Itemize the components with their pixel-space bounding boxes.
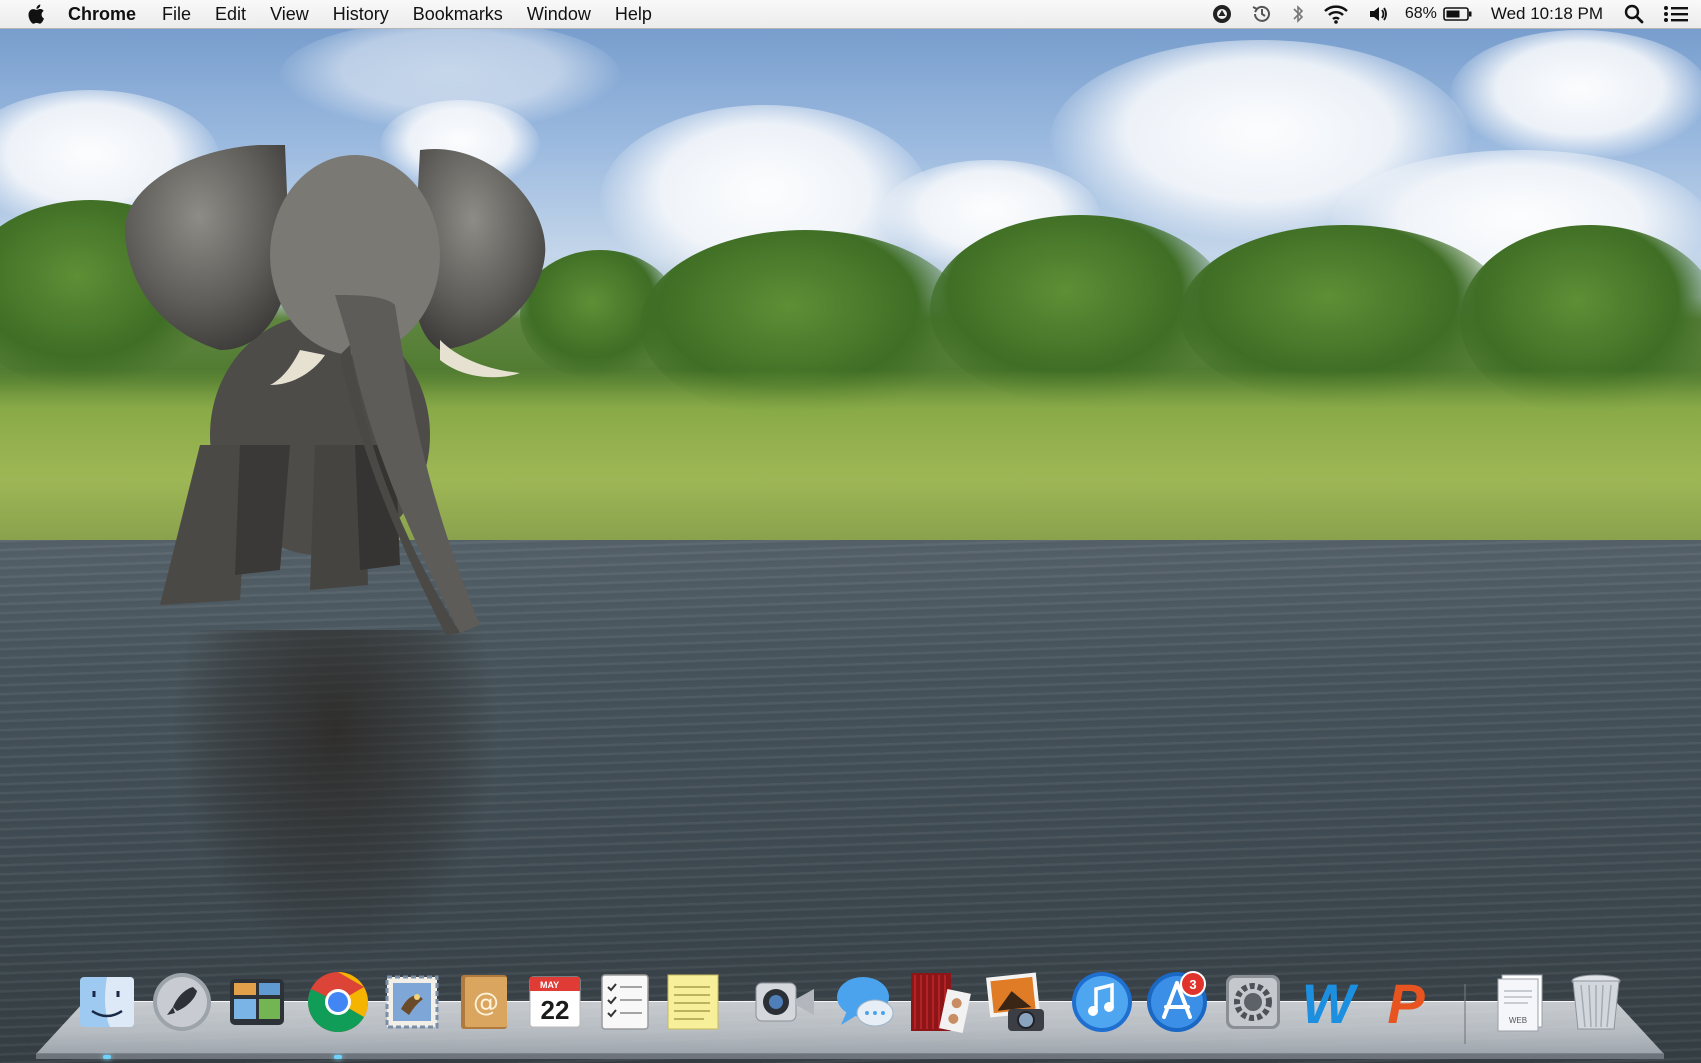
- menu-history[interactable]: History: [333, 4, 389, 25]
- time-machine-icon[interactable]: [1251, 0, 1273, 28]
- finder-icon: [80, 977, 134, 1027]
- photo-booth-icon: [911, 973, 971, 1034]
- menu-help[interactable]: Help: [615, 4, 652, 25]
- calendar-month: MAY: [540, 980, 559, 990]
- desktop-wallpaper: [0, 0, 1701, 1063]
- powerpoint-letter: P: [1387, 972, 1425, 1035]
- cloud: [280, 20, 620, 130]
- dock-launchpad[interactable]: [149, 968, 215, 1036]
- messages-icon: [837, 977, 894, 1027]
- dock-app-store[interactable]: 3: [1144, 968, 1210, 1036]
- dock-chrome[interactable]: [305, 968, 371, 1036]
- elephant: [124, 145, 546, 635]
- dock-word[interactable]: W: [1295, 968, 1361, 1036]
- powerpoint-icon: P: [1387, 972, 1425, 1035]
- mail-icon: [385, 975, 439, 1029]
- iphoto-icon: [986, 972, 1044, 1031]
- dock-finder[interactable]: [74, 968, 140, 1036]
- system-preferences-icon: [1226, 975, 1280, 1029]
- menu-edit[interactable]: Edit: [215, 4, 246, 25]
- dock-mail[interactable]: [379, 968, 445, 1036]
- dock-trash[interactable]: [1563, 968, 1629, 1036]
- itunes-icon: [1072, 972, 1132, 1032]
- google-drive-icon[interactable]: [1211, 0, 1233, 28]
- battery-percent[interactable]: 68%: [1405, 5, 1437, 23]
- dock-reminders[interactable]: [592, 968, 658, 1036]
- menu-file[interactable]: File: [162, 4, 191, 25]
- launchpad-icon: [153, 973, 211, 1031]
- apple-menu-icon[interactable]: [26, 3, 48, 25]
- dock-system-preferences[interactable]: [1220, 968, 1286, 1036]
- menu-bookmarks[interactable]: Bookmarks: [413, 4, 503, 25]
- menubar-clock[interactable]: Wed 10:18 PM: [1491, 4, 1603, 24]
- volume-icon[interactable]: [1367, 0, 1389, 28]
- finder-running-indicator: [103, 1055, 111, 1059]
- status-menus: 68% Wed 10:18 PM: [1193, 0, 1701, 28]
- wifi-icon[interactable]: [1323, 0, 1349, 28]
- dock-shelf-edge: [36, 1053, 1664, 1059]
- svg-text:@: @: [473, 988, 499, 1018]
- dock-notes[interactable]: [660, 968, 726, 1036]
- dock-powerpoint[interactable]: P: [1373, 968, 1439, 1036]
- dock-calendar[interactable]: MAY 22: [522, 968, 588, 1036]
- contacts-icon: @: [461, 975, 507, 1029]
- bluetooth-icon[interactable]: [1291, 0, 1305, 28]
- menu-view[interactable]: View: [270, 4, 309, 25]
- word-letter: W: [1302, 972, 1359, 1035]
- dock-photo-booth[interactable]: [905, 968, 971, 1036]
- battery-icon[interactable]: [1443, 0, 1473, 28]
- dock-messages[interactable]: [833, 968, 899, 1036]
- calendar-icon: MAY 22: [529, 976, 581, 1028]
- notes-icon: [667, 974, 719, 1030]
- app-store-badge: 3: [1180, 971, 1206, 997]
- dock-contacts[interactable]: @: [451, 968, 517, 1036]
- reminders-icon: [601, 974, 649, 1030]
- dock-mission-control[interactable]: [224, 968, 290, 1036]
- menu-bar: Chrome File Edit View History Bookmarks …: [0, 0, 1701, 29]
- notification-center-icon[interactable]: [1663, 0, 1689, 28]
- menu-window[interactable]: Window: [527, 4, 591, 25]
- chrome-running-indicator: [334, 1055, 342, 1059]
- stack-label: WEB: [1509, 1016, 1527, 1025]
- word-icon: W: [1302, 972, 1359, 1035]
- dock-iphoto[interactable]: [982, 968, 1048, 1036]
- dock-facetime[interactable]: [752, 968, 818, 1036]
- chrome-icon: [308, 972, 369, 1033]
- dock-itunes[interactable]: [1069, 968, 1135, 1036]
- calendar-day: 22: [541, 995, 570, 1025]
- spotlight-search-icon[interactable]: [1623, 0, 1645, 28]
- mission-control-icon: [230, 979, 284, 1025]
- facetime-icon: [755, 982, 814, 1022]
- menu-app-name[interactable]: Chrome: [68, 4, 136, 25]
- dock-documents-stack[interactable]: WEB: [1488, 968, 1554, 1036]
- trash-icon: [1571, 974, 1621, 1030]
- document-stack-icon: WEB: [1497, 974, 1543, 1032]
- dock: @ MAY 22 3 W P WEB: [0, 968, 1701, 1048]
- cloud: [1450, 30, 1701, 160]
